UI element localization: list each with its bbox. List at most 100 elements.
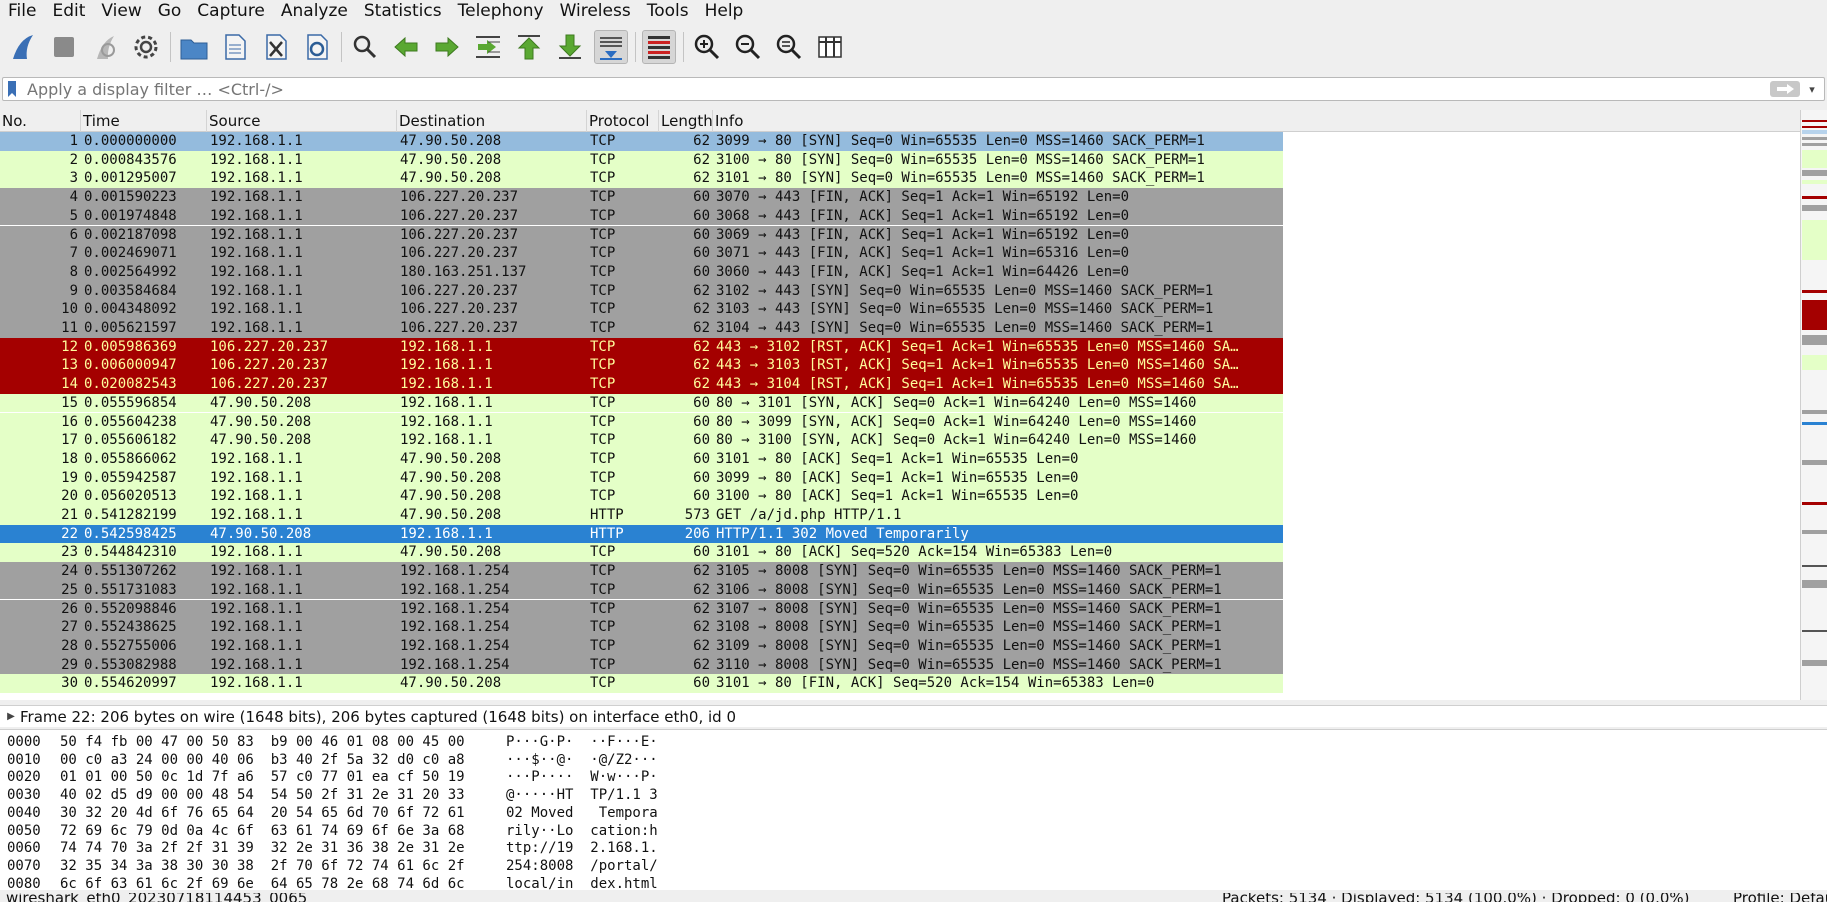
packet-row[interactable]: 22 0.542598425 47.90.50.208 192.168.1.1 HTTP… <box>0 524 1283 544</box>
packet-row[interactable]: 14 0.020082543 106.227.20.237 192.168.1.1 TC… <box>0 375 1283 394</box>
packet-row[interactable]: 19 0.055942587 192.168.1.1 47.90.50.208 TCP 6… <box>0 468 1283 488</box>
packet-row[interactable]: 8 0.002564992 192.168.1.1 180.163.251.137 TC… <box>0 262 1283 282</box>
menu-go[interactable]: Go <box>150 0 190 22</box>
last-packet-button[interactable] <box>553 30 587 64</box>
start-capture-button[interactable] <box>6 30 40 64</box>
packet-row[interactable]: 6 0.002187098 192.168.1.1 106.227.20.237 TCP… <box>0 225 1283 245</box>
packet-row[interactable]: 23 0.544842310 192.168.1.1 47.90.50.208 TCP 6… <box>0 543 1283 563</box>
hex-offset[interactable]: 0060 <box>7 840 41 858</box>
packet-row[interactable]: 13 0.006000947 106.227.20.237 192.168.1.1 TC… <box>0 356 1283 376</box>
hex-ascii[interactable]: rily··Lo cation:h <box>506 823 658 841</box>
menu-statistics[interactable]: Statistics <box>356 0 450 22</box>
hex-offset[interactable]: 0000 <box>7 734 41 752</box>
menu-telephony[interactable]: Telephony <box>450 0 552 22</box>
menu-tools[interactable]: Tools <box>639 0 697 22</box>
packet-row[interactable]: 5 0.001974848 192.168.1.1 106.227.20.237 TCP… <box>0 206 1283 226</box>
restart-capture-button[interactable] <box>88 30 122 64</box>
hex-bytes[interactable]: 74 74 70 3a 2f 2f 31 39 32 2e 31 36 38 2… <box>60 840 465 858</box>
reload-file-button[interactable] <box>300 30 334 64</box>
packet-row[interactable]: 12 0.005986369 106.227.20.237 192.168.1.1 TC… <box>0 337 1283 357</box>
find-packet-button[interactable] <box>348 30 382 64</box>
packet-row[interactable]: 18 0.055866062 192.168.1.1 47.90.50.208 TCP 6… <box>0 449 1283 469</box>
packet-row[interactable]: 17 0.055606182 47.90.50.208 192.168.1.1 TCP 6… <box>0 431 1283 450</box>
hex-offset[interactable]: 0040 <box>7 805 41 823</box>
packet-row[interactable]: 1 0.000000000 192.168.1.1 47.90.50.208 TCP 62… <box>0 132 1283 151</box>
column-header-destination[interactable]: Destination <box>397 110 587 132</box>
open-file-button[interactable] <box>177 30 211 64</box>
packet-row[interactable]: 27 0.552438625 192.168.1.1 192.168.1.254 TCP… <box>0 618 1283 637</box>
column-header-no[interactable]: No. <box>0 110 81 132</box>
packet-row[interactable]: 10 0.004348092 192.168.1.1 106.227.20.237 TC… <box>0 300 1283 319</box>
hex-ascii[interactable]: 254:8008 /portal/ <box>506 858 658 876</box>
packet-row[interactable]: 25 0.551731083 192.168.1.1 192.168.1.254 TCP… <box>0 580 1283 600</box>
hex-bytes[interactable]: 30 32 20 4d 6f 76 65 64 20 54 65 6d 70 6… <box>60 805 465 823</box>
zoom-in-button[interactable] <box>690 30 724 64</box>
hex-bytes[interactable]: 72 69 6c 79 0d 0a 4c 6f 63 61 74 69 6f 6… <box>60 823 465 841</box>
hex-bytes[interactable]: 01 01 00 50 0c 1d 7f a6 57 c0 77 01 ea c… <box>60 769 465 787</box>
packet-row[interactable]: 9 0.003584684 192.168.1.1 106.227.20.237 TCP… <box>0 281 1283 301</box>
stop-capture-button[interactable] <box>47 30 81 64</box>
capture-options-button[interactable] <box>129 30 163 64</box>
packet-row[interactable]: 11 0.005621597 192.168.1.1 106.227.20.237 TC… <box>0 319 1283 338</box>
first-packet-button[interactable] <box>512 30 546 64</box>
display-filter-input[interactable] <box>19 79 1770 99</box>
menu-help[interactable]: Help <box>697 0 752 22</box>
hex-offset[interactable]: 0080 <box>7 876 41 894</box>
save-file-button[interactable] <box>218 30 252 64</box>
packet-row[interactable]: 24 0.551307262 192.168.1.1 192.168.1.254 TCP… <box>0 562 1283 581</box>
hex-bytes[interactable]: 00 c0 a3 24 00 00 40 06 b3 40 2f 5a 32 d… <box>60 752 465 770</box>
go-to-packet-button[interactable] <box>471 30 505 64</box>
packet-row[interactable]: 30 0.554620997 192.168.1.1 47.90.50.208 TCP 6… <box>0 674 1283 693</box>
go-forward-button[interactable] <box>430 30 464 64</box>
auto-scroll-button[interactable] <box>594 30 628 64</box>
hex-offset[interactable]: 0070 <box>7 858 41 876</box>
hex-ascii[interactable]: ···$··@· ·@/Z2··· <box>506 752 658 770</box>
hex-bytes[interactable]: 50 f4 fb 00 47 00 50 83 b9 00 46 01 08 0… <box>60 734 465 752</box>
hex-offset[interactable]: 0020 <box>7 769 41 787</box>
hex-offset[interactable]: 0030 <box>7 787 41 805</box>
expand-arrow-icon[interactable]: ▶ <box>2 711 20 722</box>
close-file-button[interactable] <box>259 30 293 64</box>
packet-row[interactable]: 15 0.055596854 47.90.50.208 192.168.1.1 TCP 6… <box>0 393 1283 413</box>
hex-bytes[interactable]: 40 02 d5 d9 00 00 48 54 54 50 2f 31 2e 3… <box>60 787 465 805</box>
packet-row[interactable]: 4 0.001590223 192.168.1.1 106.227.20.237 TCP… <box>0 188 1283 207</box>
status-profile[interactable]: Profile: Default <box>1733 893 1827 902</box>
packet-row[interactable]: 29 0.553082988 192.168.1.1 192.168.1.254 TCP… <box>0 655 1283 675</box>
menu-view[interactable]: View <box>93 0 149 22</box>
menu-wireless[interactable]: Wireless <box>552 0 639 22</box>
column-header-protocol[interactable]: Protocol <box>587 110 659 132</box>
hex-ascii[interactable]: ···P···· W·w···P· <box>506 769 658 787</box>
packet-row[interactable]: 16 0.055604238 47.90.50.208 192.168.1.1 TCP 6… <box>0 412 1283 432</box>
normal-size-button[interactable] <box>772 30 806 64</box>
apply-filter-button[interactable] <box>1770 81 1800 97</box>
hex-ascii[interactable]: local/in dex.html <box>506 876 658 894</box>
hex-bytes[interactable]: 32 35 34 3a 38 30 30 38 2f 70 6f 72 74 6… <box>60 858 465 876</box>
menu-edit[interactable]: Edit <box>44 0 93 22</box>
packet-row[interactable]: 21 0.541282199 192.168.1.1 47.90.50.208 HTTP… <box>0 506 1283 525</box>
menu-file[interactable]: File <box>0 0 44 22</box>
packet-minimap-scrollbar[interactable] <box>1800 110 1827 700</box>
hex-ascii[interactable]: ttp://19 2.168.1. <box>506 840 658 858</box>
column-header-info[interactable]: Info <box>713 110 1283 132</box>
packet-row[interactable]: 3 0.001295007 192.168.1.1 47.90.50.208 TCP 62… <box>0 169 1283 189</box>
filter-history-dropdown[interactable]: ▾ <box>1804 83 1820 96</box>
filter-bookmark-button[interactable] <box>5 79 19 99</box>
zoom-out-button[interactable] <box>731 30 765 64</box>
hex-offset[interactable]: 0050 <box>7 823 41 841</box>
hex-ascii[interactable]: @·····HT TP/1.1 3 <box>506 787 658 805</box>
packet-row[interactable]: 7 0.002469071 192.168.1.1 106.227.20.237 TCP… <box>0 244 1283 263</box>
packet-row[interactable]: 28 0.552755006 192.168.1.1 192.168.1.254 TCP… <box>0 636 1283 656</box>
hex-ascii[interactable]: 02 Moved Tempora <box>506 805 658 823</box>
menu-capture[interactable]: Capture <box>189 0 273 22</box>
hex-offset[interactable]: 0010 <box>7 752 41 770</box>
packet-row[interactable]: 2 0.000843576 192.168.1.1 47.90.50.208 TCP 62… <box>0 150 1283 170</box>
hex-ascii[interactable]: P···G·P· ··F···E· <box>506 734 658 752</box>
column-header-source[interactable]: Source <box>207 110 397 132</box>
resize-columns-button[interactable] <box>813 30 847 64</box>
packet-row[interactable]: 20 0.056020513 192.168.1.1 47.90.50.208 TCP 6… <box>0 487 1283 506</box>
colorize-button[interactable] <box>642 30 676 64</box>
frame-summary[interactable]: Frame 22: 206 bytes on wire (1648 bits),… <box>20 708 736 726</box>
column-header-time[interactable]: Time <box>81 110 207 132</box>
packet-row[interactable]: 26 0.552098846 192.168.1.1 192.168.1.254 TCP… <box>0 599 1283 619</box>
go-back-button[interactable] <box>389 30 423 64</box>
